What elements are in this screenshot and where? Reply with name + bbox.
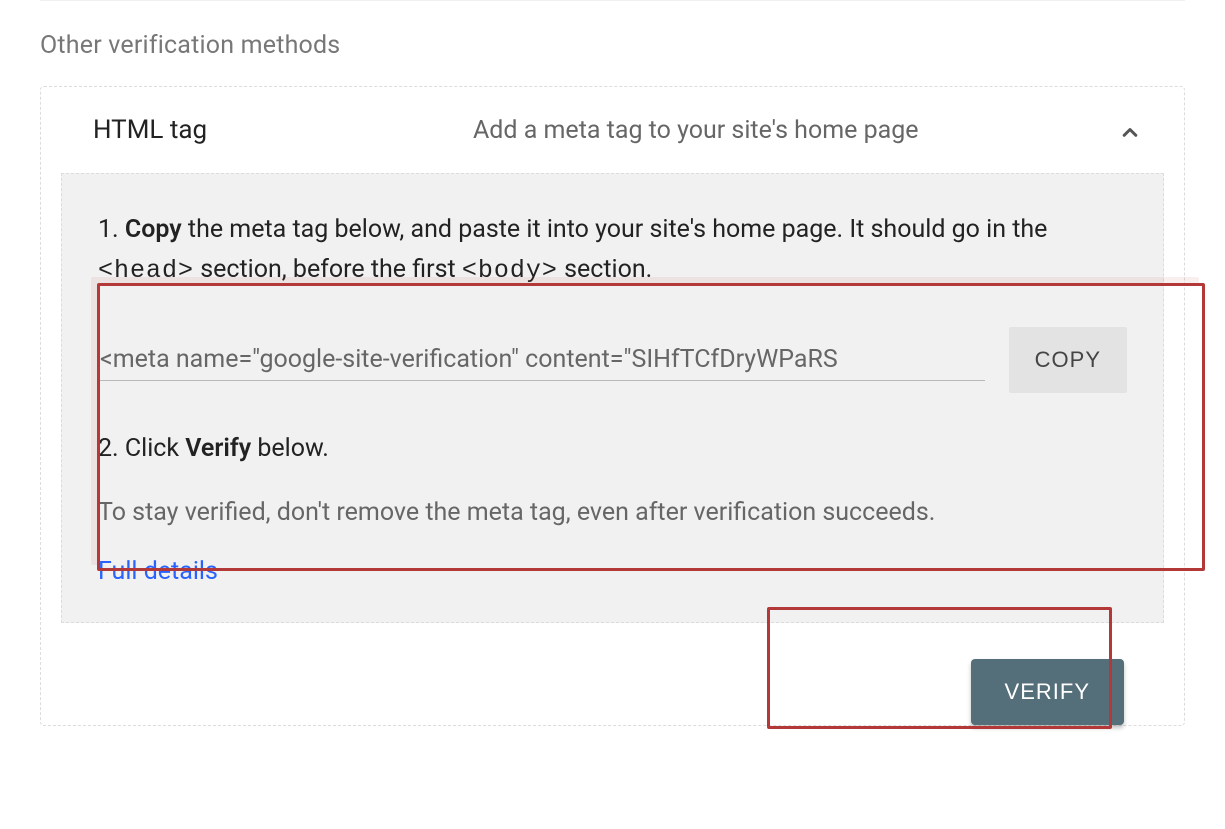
meta-tag-field[interactable] — [98, 339, 985, 381]
meta-tag-row: COPY — [98, 327, 1127, 393]
accordion-subtitle: Add a meta tag to your site's home page — [473, 116, 1132, 145]
full-details-link[interactable]: Full details — [98, 557, 218, 586]
section-title: Other verification methods — [40, 31, 1225, 60]
copy-button[interactable]: COPY — [1009, 327, 1127, 393]
accordion-title: HTML tag — [93, 115, 473, 145]
verification-method-card: HTML tag Add a meta tag to your site's h… — [40, 86, 1185, 726]
stay-verified-note: To stay verified, don't remove the meta … — [98, 493, 1127, 533]
verify-button[interactable]: VERIFY — [971, 659, 1124, 725]
step-2-instruction: 2. Click Verify below. — [98, 429, 1127, 469]
accordion-body: 1. Copy the meta tag below, and paste it… — [61, 173, 1164, 623]
accordion-header-html-tag[interactable]: HTML tag Add a meta tag to your site's h… — [41, 87, 1184, 173]
chevron-up-icon — [1116, 119, 1144, 151]
step-1-instruction: 1. Copy the meta tag below, and paste it… — [98, 210, 1127, 291]
